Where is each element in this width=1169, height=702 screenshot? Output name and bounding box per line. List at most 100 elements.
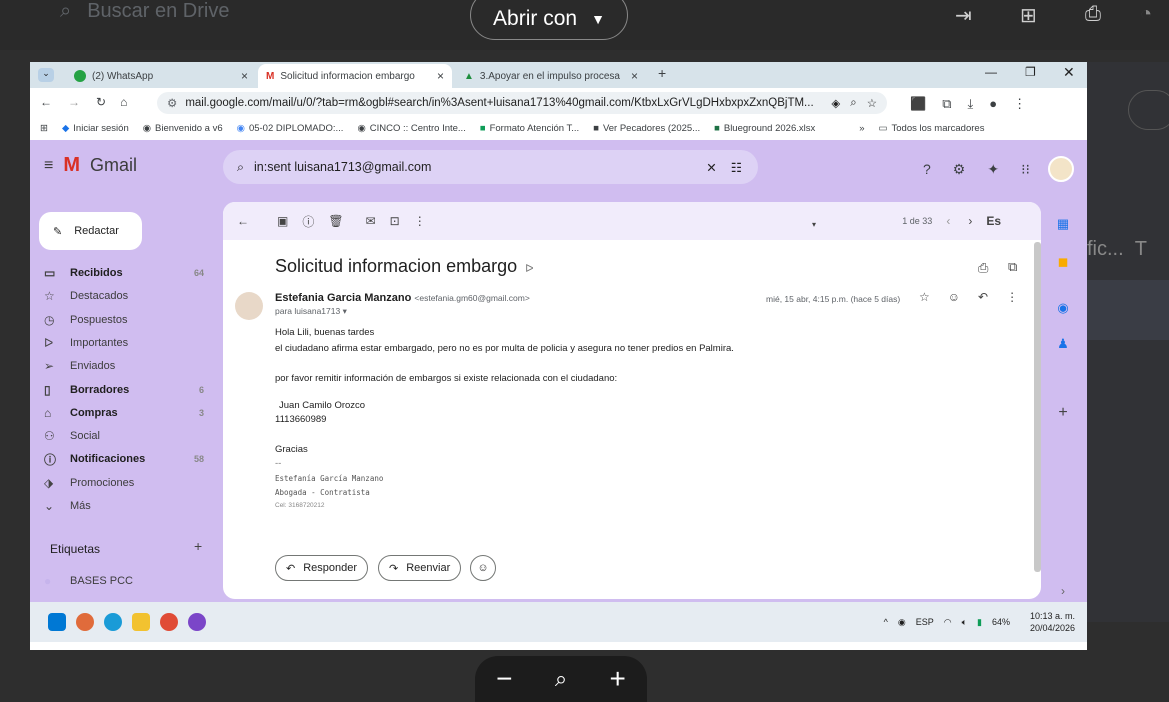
contacts-icon[interactable]: ♟ xyxy=(1048,336,1078,352)
add-label-icon[interactable]: + xyxy=(194,538,202,554)
sidebar-item[interactable]: ᐅ Importantes xyxy=(44,332,204,354)
chrome-tray-icon[interactable]: ◉ xyxy=(898,617,906,628)
add-comment-icon[interactable]: ⊞ xyxy=(1020,3,1037,28)
emoji-icon[interactable]: ☺ xyxy=(948,290,960,304)
recipient-line[interactable]: para luisana1713 ▾ xyxy=(275,306,347,317)
tab-search-icon[interactable]: ⌄ xyxy=(38,68,54,82)
bookmark-item[interactable]: ◆ Iniciar sesión xyxy=(62,123,129,134)
bookmark-item[interactable]: ■ Ver Pecadores (2025... xyxy=(593,123,700,134)
compose-button[interactable]: ✎ Redactar xyxy=(39,212,142,250)
bookmark-item[interactable]: ■ Formato Atención T... xyxy=(480,123,579,134)
sidebar-item[interactable]: ⓘ Notificaciones 58 xyxy=(44,448,204,470)
zoom-icon[interactable]: ⌕ xyxy=(555,666,567,692)
gmail-logo-icon[interactable]: M xyxy=(63,154,80,177)
forward-button[interactable]: ↷ Reenviar xyxy=(378,555,462,581)
label-item[interactable]: ● BASES PCC xyxy=(44,570,204,592)
open-new-window-icon[interactable]: ⇥ xyxy=(955,3,972,28)
check-icon[interactable]: ◔ xyxy=(1140,3,1152,26)
chevron-up-icon[interactable]: ^ xyxy=(884,617,888,627)
url-field[interactable]: ⚙ mail.google.com/mail/u/0/?tab=rm&ogbl#… xyxy=(157,92,887,114)
get-addons-icon[interactable]: + xyxy=(1048,404,1078,422)
zoom-in-button[interactable]: + xyxy=(609,663,625,695)
tab-whatsapp[interactable]: (2) WhatsApp × xyxy=(66,64,256,88)
home-icon[interactable]: ⌂ xyxy=(120,95,127,109)
more-icon[interactable]: ⋮ xyxy=(414,214,426,228)
bookmark-item[interactable]: ■ Blueground 2026.xlsx xyxy=(714,123,815,134)
bookmark-item[interactable]: ◉ Bienvenido a v6 xyxy=(143,123,223,134)
puzzle-icon[interactable]: ⧉ xyxy=(942,96,951,112)
menu-dots-icon[interactable]: ⋮ xyxy=(1013,96,1026,112)
sidebar-item[interactable]: ⌄ Más xyxy=(44,495,204,517)
calendar-icon[interactable]: ▦ xyxy=(1048,216,1078,232)
help-icon[interactable]: ? xyxy=(923,161,931,178)
forward-icon[interactable]: → xyxy=(68,95,80,109)
open-with-button[interactable]: Abrir con ▼ xyxy=(470,0,628,40)
keep-icon[interactable]: ◼ xyxy=(1048,254,1078,270)
file-explorer-icon[interactable] xyxy=(132,613,150,631)
drive-search[interactable]: ⌕ Buscar en Drive xyxy=(60,0,229,23)
close-icon[interactable]: × xyxy=(437,69,444,83)
battery-icon[interactable]: ▮ xyxy=(977,617,982,628)
wifi-icon[interactable]: ◠ xyxy=(944,617,952,628)
tab-gmail[interactable]: M Solicitud informacion embargo × xyxy=(258,64,452,88)
scrollbar[interactable] xyxy=(1034,242,1041,572)
bookmark-item[interactable]: ◉ CINCO :: Centro Inte... xyxy=(357,123,465,134)
apps-grid-icon[interactable]: ⊞ xyxy=(40,123,48,134)
print-icon[interactable]: ⎙ xyxy=(1085,3,1101,26)
eye-off-icon[interactable]: ◈ xyxy=(831,96,840,110)
edge-icon[interactable] xyxy=(104,613,122,631)
sidebar-item[interactable]: ⚇ Social xyxy=(44,425,204,447)
minimize-icon[interactable]: — xyxy=(985,65,997,79)
extension-badge-icon[interactable]: ⬛ xyxy=(910,96,926,112)
reply-button[interactable]: ↶ Responder xyxy=(275,555,369,581)
all-bookmarks-folder[interactable]: ▭ Todos los marcadores xyxy=(879,123,985,134)
bookmark-item[interactable]: ◉ 05-02 DIPLOMADO:... xyxy=(237,123,344,134)
chrome-icon[interactable] xyxy=(160,613,178,631)
star-icon[interactable]: ☆ xyxy=(919,290,930,304)
copilot-icon[interactable] xyxy=(76,613,94,631)
clear-search-icon[interactable]: ✕ xyxy=(706,160,716,175)
sidebar-item[interactable]: ⌂ Compras 3 xyxy=(44,402,204,424)
clock[interactable]: 10:13 a. m. 20/04/2026 xyxy=(1030,610,1075,634)
print-all-icon[interactable]: ⎙ xyxy=(978,260,988,276)
windows-start-icon[interactable] xyxy=(48,613,66,631)
site-info-icon[interactable]: ⚙ xyxy=(167,96,177,110)
expand-panel-icon[interactable]: › xyxy=(1048,584,1078,598)
profile-avatar-icon[interactable]: ● xyxy=(989,96,997,112)
open-new-window-icon[interactable]: ⧉ xyxy=(1008,259,1017,275)
next-icon[interactable]: › xyxy=(968,214,972,228)
close-icon[interactable]: × xyxy=(631,69,638,83)
window-close-icon[interactable]: ✕ xyxy=(1063,64,1075,81)
report-spam-icon[interactable]: ⓘ xyxy=(302,213,314,230)
zoom-icon[interactable]: ⌕ xyxy=(850,97,856,110)
apps-grid-icon[interactable]: ⁝⁝ xyxy=(1021,161,1030,178)
sidebar-item[interactable]: ◷ Pospuestos xyxy=(44,309,204,331)
avatar[interactable] xyxy=(1048,156,1074,182)
zoom-out-button[interactable]: − xyxy=(496,663,512,695)
back-icon[interactable]: ← xyxy=(237,214,249,228)
chrome-profile-icon[interactable] xyxy=(188,613,206,631)
search-options-icon[interactable]: ☷ xyxy=(731,160,742,175)
settings-icon[interactable]: ⚙ xyxy=(953,161,966,178)
more-icon[interactable]: ⋮ xyxy=(1006,290,1018,304)
archive-icon[interactable]: ▣ xyxy=(277,214,288,228)
prev-icon[interactable]: ‹ xyxy=(946,214,950,228)
move-icon[interactable]: ⊡ xyxy=(390,214,400,228)
important-marker-icon[interactable]: ᐅ xyxy=(525,263,533,275)
sidebar-item[interactable]: ▯ Borradores 6 xyxy=(44,379,204,401)
tasks-icon[interactable]: ◉ xyxy=(1048,300,1078,316)
new-tab-button[interactable]: + xyxy=(658,65,666,81)
close-icon[interactable]: × xyxy=(241,69,248,83)
mail-search-input[interactable]: ⌕ in:sent luisana1713@gmail.com ✕ ☷ xyxy=(223,150,758,184)
input-tools-button[interactable]: Es xyxy=(986,214,1001,228)
sidebar-item[interactable]: ➢ Enviados xyxy=(44,355,204,377)
tab-drive[interactable]: ▲ 3.Apoyar en el impulso procesa × xyxy=(456,64,646,88)
download-icon[interactable]: ⤓ xyxy=(967,96,973,112)
volume-icon[interactable]: 🔈︎ xyxy=(962,617,967,628)
language-indicator[interactable]: ESP xyxy=(916,617,934,627)
sidebar-item[interactable]: ☆ Destacados xyxy=(44,285,204,307)
more-bookmarks-button[interactable]: » xyxy=(859,123,864,134)
gemini-icon[interactable]: ✦ xyxy=(987,161,999,178)
back-icon[interactable]: ← xyxy=(40,95,52,109)
bookmark-star-icon[interactable]: ☆ xyxy=(867,96,877,110)
